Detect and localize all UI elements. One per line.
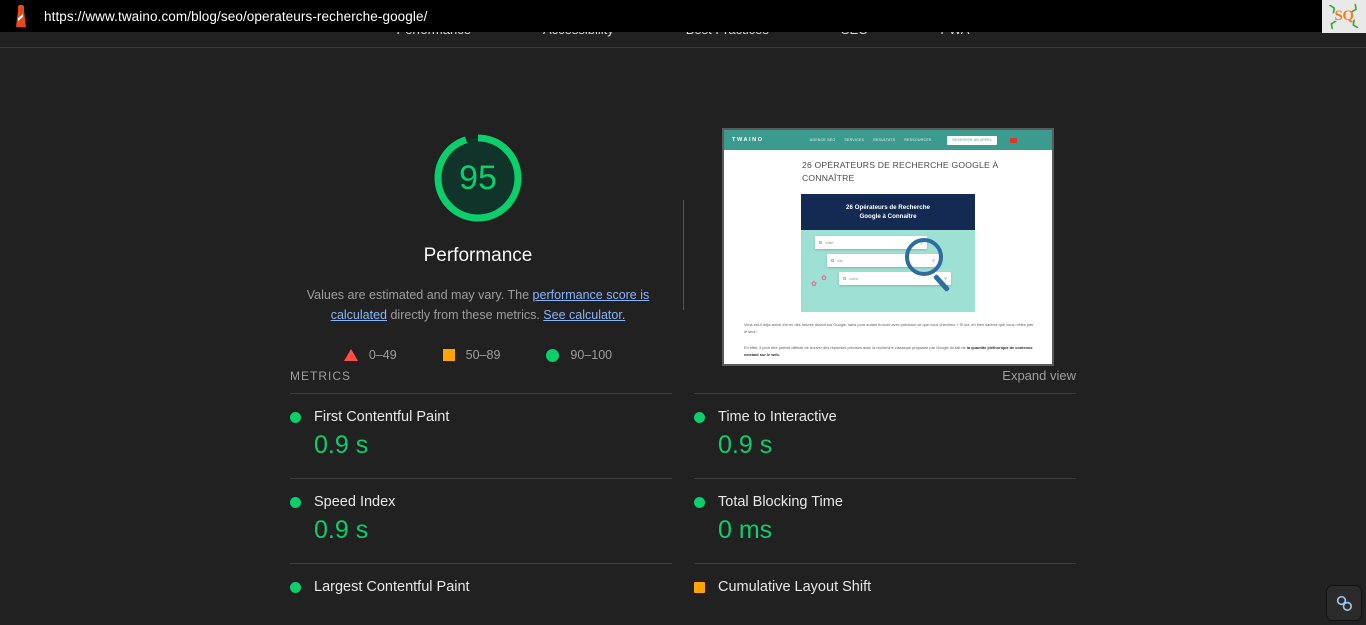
status-circle-icon <box>290 581 301 593</box>
status-circle-icon <box>290 411 301 423</box>
score-legend: 0–49 50–89 90–100 <box>343 348 612 362</box>
metric-item-largest-contentful-paint[interactable]: Largest Contentful Paint <box>290 563 672 619</box>
metric-name: Cumulative Layout Shift <box>718 579 872 595</box>
thumbnail-menu-item: RESULTATS <box>873 138 896 142</box>
hero-divider <box>683 200 684 310</box>
gauge-score-value: 95 <box>459 158 497 197</box>
metric-name: Time to Interactive <box>718 409 837 425</box>
thumbnail-menu-item: RESSOURCES <box>904 138 932 142</box>
page-screenshot-thumbnail[interactable]: TWAINO AGENCE SEO SERVICES RESULTATS RES… <box>722 128 1054 366</box>
google-logo-text: G <box>843 276 847 281</box>
thumbnail-site-logo: TWAINO <box>732 137 764 143</box>
thumbnail-paragraph: Vous est-il déjà arrivé d'errer des heur… <box>744 322 1034 334</box>
flower-icon: ✿ <box>821 275 827 282</box>
flower-icon: ✿ <box>811 281 817 288</box>
metric-item-total-blocking-time[interactable]: Total Blocking Time 0 ms <box>694 478 1076 563</box>
circle-icon <box>546 348 560 362</box>
metric-item-time-to-interactive[interactable]: Time to Interactive 0.9 s <box>694 393 1076 478</box>
thumbnail-site-nav: TWAINO AGENCE SEO SERVICES RESULTATS RES… <box>724 130 1052 150</box>
sq-logo-badge[interactable]: ❯ ❯ ❯ ❯ SQ <box>1322 0 1366 33</box>
legend-label-average: 50–89 <box>465 348 501 362</box>
see-calculator-link[interactable]: See calculator. <box>543 308 625 322</box>
legend-item-fail: 0–49 <box>343 348 397 362</box>
status-square-icon <box>694 581 705 593</box>
search-query: intitle: <box>825 240 835 245</box>
metric-value: 0.9 s <box>314 431 369 459</box>
thumbnail-cta-button: RESERVER UN APPEL <box>947 135 997 145</box>
triangle-icon <box>343 349 358 361</box>
hero-title-line2: Google à Connaître <box>859 213 917 220</box>
metric-item-speed-index[interactable]: Speed Index 0.9 s <box>290 478 672 563</box>
status-circle-icon <box>694 411 705 423</box>
sq-logo-text: SQ <box>1334 8 1354 24</box>
metrics-section: METRICS Expand view First Contentful Pai… <box>0 368 1366 619</box>
url-text: https://www.twaino.com/blog/seo/operateu… <box>44 8 428 24</box>
thumbnail-menu-item: AGENCE SEO <box>809 138 836 142</box>
metrics-title: METRICS <box>290 368 351 383</box>
status-circle-icon <box>290 496 301 508</box>
status-circle-icon <box>694 496 705 508</box>
search-query: cache: <box>849 276 860 281</box>
score-hero: 95 Performance Values are estimated and … <box>0 48 1366 368</box>
metric-name: Total Blocking Time <box>718 494 843 510</box>
gauge-description: Values are estimated and may vary. The p… <box>302 285 654 325</box>
thumbnail-article-title: 26 OPÉRATEURS DE RECHERCHE GOOGLE À CONN… <box>802 160 999 183</box>
desc-text-1: Values are estimated and may vary. The <box>306 288 533 302</box>
expand-view-button[interactable]: Expand view <box>1002 368 1076 383</box>
search-query: site: <box>837 258 844 263</box>
thumbnail-hero-image: 26 Opérateurs de Recherche Google à Conn… <box>801 194 975 312</box>
link-icon <box>1336 595 1352 611</box>
thumbnail-menu-item: SERVICES <box>844 138 865 142</box>
magnifier-icon <box>905 238 943 276</box>
thumbnail-paragraph: En effet, il peut être parfois difficile… <box>744 344 1036 358</box>
thumbnail-menu: AGENCE SEO SERVICES RESULTATS RESSOURCES <box>810 138 932 142</box>
legend-item-pass: 90–100 <box>546 348 612 362</box>
search-icon: ⚲ <box>944 276 947 281</box>
google-logo-text: G <box>819 240 823 245</box>
metrics-header: METRICS Expand view <box>290 368 1076 393</box>
legend-label-fail: 0–49 <box>368 348 397 362</box>
desc-text-2: directly from these metrics. <box>387 308 544 322</box>
metric-item-cumulative-layout-shift[interactable]: Cumulative Layout Shift <box>694 563 1076 619</box>
metric-value: 0.9 s <box>718 431 773 459</box>
metric-name: First Contentful Paint <box>314 409 450 425</box>
google-logo-text: G <box>831 258 835 263</box>
performance-gauge[interactable]: 95 <box>428 128 528 228</box>
metric-item-first-contentful-paint[interactable]: First Contentful Paint 0.9 s <box>290 393 672 478</box>
url-bar[interactable]: https://www.twaino.com/blog/seo/operateu… <box>0 0 1322 32</box>
lighthouse-icon <box>12 5 30 27</box>
flag-icon <box>1009 137 1017 143</box>
legend-label-pass: 90–100 <box>570 348 613 362</box>
square-icon <box>442 349 455 361</box>
hero-title-line1: 26 Opérateurs de Recherche <box>846 204 930 211</box>
performance-gauge-block: 95 Performance Values are estimated and … <box>294 128 662 362</box>
gauge-category-label: Performance <box>423 245 533 266</box>
metric-value: 0.9 s <box>314 516 369 544</box>
metric-name: Largest Contentful Paint <box>314 579 470 595</box>
link-tool-button[interactable] <box>1326 585 1362 621</box>
metric-name: Speed Index <box>314 494 396 510</box>
paragraph-text: En effet, il peut être parfois difficile… <box>744 345 967 350</box>
report-body: 95 Performance Values are estimated and … <box>0 48 1366 625</box>
legend-item-average: 50–89 <box>442 348 501 362</box>
metric-value: 0 ms <box>718 516 773 544</box>
thumbnail-hero-band: 26 Opérateurs de Recherche Google à Conn… <box>801 194 975 230</box>
metrics-grid: First Contentful Paint 0.9 s Time to Int… <box>290 393 1076 619</box>
